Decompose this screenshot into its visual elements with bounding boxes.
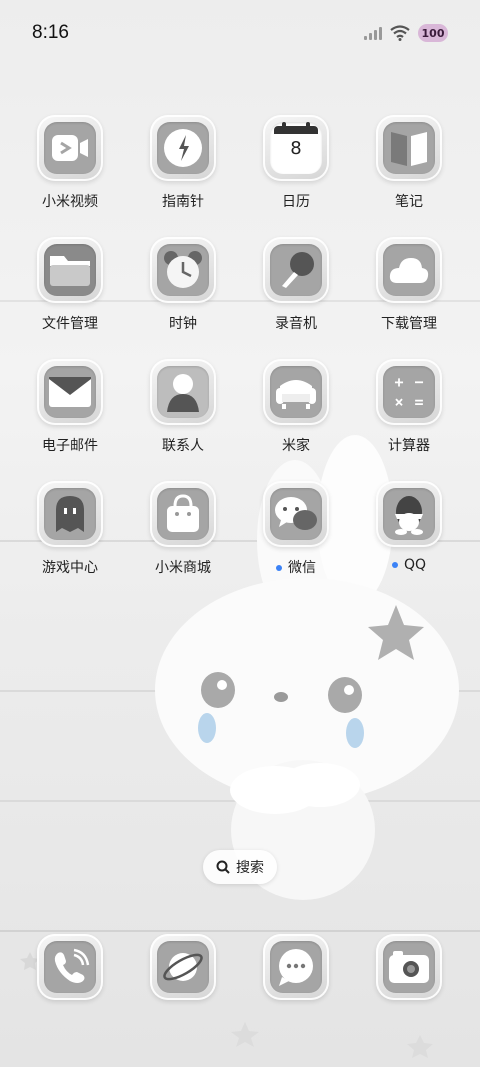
camera-icon	[389, 951, 429, 983]
app-label: 录音机	[275, 316, 317, 332]
app-label: 游戏中心	[42, 560, 98, 576]
search-icon	[216, 860, 230, 874]
sofa-icon	[276, 380, 316, 409]
app-mi-video[interactable]: 小米视频	[20, 115, 120, 211]
app-wechat[interactable]: 微信	[246, 481, 346, 577]
new-badge-dot	[276, 565, 282, 571]
messages-icon	[279, 949, 313, 986]
cloud-download-icon	[389, 258, 429, 283]
app-game-center[interactable]: 游戏中心	[20, 481, 120, 577]
dock-browser[interactable]	[133, 934, 233, 1000]
app-downloads[interactable]: 下载管理	[359, 237, 459, 333]
app-qq[interactable]: QQ	[359, 481, 459, 573]
search-label: 搜索	[236, 860, 264, 876]
app-label: 小米商城	[155, 560, 211, 576]
app-mijia[interactable]: 米家	[246, 359, 346, 455]
browser-planet-icon	[163, 953, 203, 981]
app-label: 指南针	[162, 194, 204, 210]
wifi-icon	[390, 25, 410, 41]
app-compass[interactable]: 指南针	[133, 115, 233, 211]
phone-icon	[54, 948, 90, 983]
app-label: 微信	[246, 557, 346, 577]
signal-icon	[364, 26, 382, 40]
calendar-icon: 8	[274, 122, 318, 170]
wechat-icon	[275, 497, 317, 530]
app-label: 笔记	[395, 194, 423, 210]
calculator-icon: + − × =	[394, 373, 424, 411]
app-label: 文件管理	[42, 316, 98, 332]
app-clock[interactable]: 时钟	[133, 237, 233, 333]
dock-phone[interactable]	[20, 934, 120, 1000]
new-badge-dot	[391, 562, 398, 568]
shopping-bag-icon	[167, 494, 199, 532]
app-label: 电子邮件	[42, 438, 98, 454]
game-ghost-icon	[56, 496, 84, 532]
app-recorder[interactable]: 录音机	[246, 237, 346, 333]
app-calculator[interactable]: + − × = 计算器	[359, 359, 459, 455]
app-label: 计算器	[388, 438, 430, 454]
app-notes[interactable]: 笔记	[359, 115, 459, 211]
video-icon	[52, 135, 88, 161]
notes-icon	[391, 132, 427, 166]
app-calendar[interactable]: 8 日历	[246, 115, 346, 211]
status-icons: 100	[364, 24, 448, 42]
dock-camera[interactable]	[359, 934, 459, 1000]
app-file-manager[interactable]: 文件管理	[20, 237, 120, 333]
contacts-icon	[167, 374, 199, 412]
battery-icon: 100	[418, 24, 448, 42]
app-email[interactable]: 电子邮件	[20, 359, 120, 455]
app-label: 联系人	[162, 438, 204, 454]
qq-penguin-icon	[395, 496, 423, 535]
status-time: 8:16	[32, 22, 69, 43]
app-label: 日历	[282, 194, 310, 210]
app-label: 米家	[282, 438, 310, 454]
app-label: 小米视频	[42, 194, 98, 210]
compass-icon	[164, 129, 202, 167]
microphone-icon	[282, 252, 314, 288]
search-button[interactable]: 搜索	[203, 850, 277, 884]
app-label: 下载管理	[381, 316, 437, 332]
app-contacts[interactable]: 联系人	[133, 359, 233, 455]
app-label: 时钟	[169, 316, 197, 332]
app-label: QQ	[359, 557, 459, 573]
clock-icon	[164, 251, 202, 288]
mail-icon	[49, 377, 91, 407]
app-mi-store[interactable]: 小米商城	[133, 481, 233, 577]
dock-messages[interactable]	[246, 934, 346, 1000]
status-bar: 8:16 100	[0, 0, 480, 64]
calendar-day: 8	[290, 138, 302, 159]
folder-icon	[50, 256, 90, 286]
